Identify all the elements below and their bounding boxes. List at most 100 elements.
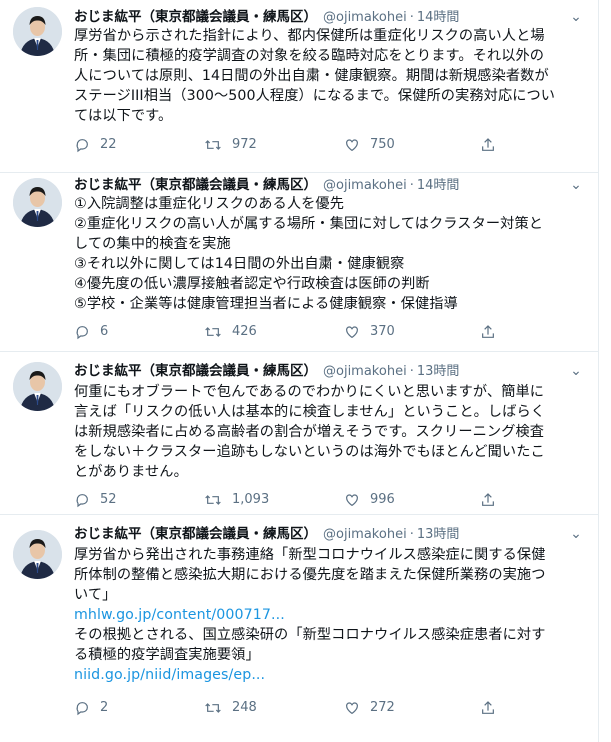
tweet-actions: 22 972 750 <box>74 133 514 157</box>
text-line: 人については原則、14日間の外出自粛・健康観察。期間は新規感染者数が <box>74 68 549 84</box>
text-line: その根拠とされる、国立感染研の「新型コロナウイルス感染症患者に対す <box>74 627 546 643</box>
text-line: とがありません。 <box>74 464 188 480</box>
separator-dot: · <box>409 364 414 379</box>
share-button[interactable] <box>480 488 506 512</box>
reply-button[interactable]: 52 <box>74 488 117 512</box>
avatar[interactable] <box>13 178 62 227</box>
like-count: 996 <box>370 492 395 507</box>
text-line: 所・集団に積極的疫学調査の対象を絞る臨時対応をとります。それ以外の <box>74 48 545 64</box>
retweet-count: 248 <box>232 700 257 715</box>
text-line: 厚労省から示された指針により、都内保健所は重症化リスクの高い人と場 <box>74 28 545 44</box>
reply-icon <box>76 139 88 153</box>
separator-dot: · <box>409 527 414 542</box>
timestamp[interactable]: 14時間 <box>417 178 460 193</box>
author-handle[interactable]: @ojimakohei <box>323 178 407 193</box>
separator-dot: · <box>409 178 414 193</box>
author-name[interactable]: おじま紘平（東京都議会議員・練馬区） <box>74 363 317 379</box>
tweet-text: ①入院調整は重症化リスクのある人を優先 ②重症化リスクの高い人が属する場所・集団… <box>74 194 574 314</box>
reply-count: 6 <box>100 324 109 339</box>
text-line: ④優先度の低い濃厚接触者認定や行政検査は医師の判断 <box>74 276 430 292</box>
share-icon <box>482 492 494 506</box>
link-niid[interactable]: niid.go.jp/niid/images/ep... <box>74 665 574 685</box>
text-line: しての集中的検査を実施 <box>74 236 231 252</box>
more-icon[interactable]: ⌄ <box>566 7 586 27</box>
reply-button[interactable]: 6 <box>74 320 108 344</box>
text-line: 何重にもオブラートで包んであるのでわかりにくいと思いますが、簡単に <box>74 384 545 400</box>
timestamp[interactable]: 13時間 <box>417 527 460 542</box>
tweet-header: おじま紘平（東京都議会議員・練馬区） @ojimakohei · 14時間 <box>74 175 558 195</box>
avatar[interactable] <box>13 7 62 56</box>
text-line: ⑤学校・企業等は健康管理担当者による健康観察・保健指導 <box>74 296 458 312</box>
link-mhlw[interactable]: mhlw.go.jp/content/000717... <box>74 605 574 625</box>
author-handle[interactable]: @ojimakohei <box>323 10 407 25</box>
like-icon <box>346 139 358 152</box>
timeline: おじま紘平（東京都議会議員・練馬区） @ojimakohei · 14時間 ⌄ 厚労省… <box>0 0 599 742</box>
retweet-button[interactable]: 426 <box>204 320 257 344</box>
text-line: は新規感染者に占める高齢者の割合が増えそうです。スクリーニング検査 <box>74 424 545 440</box>
author-name[interactable]: おじま紘平（東京都議会議員・練馬区） <box>74 177 317 193</box>
avatar[interactable] <box>13 530 62 579</box>
reply-icon <box>76 494 88 508</box>
share-button[interactable] <box>480 696 506 720</box>
text-line: ①入院調整は重症化リスクのある人を優先 <box>74 196 344 212</box>
tweet[interactable]: おじま紘平（東京都議会議員・練馬区） @ojimakohei · 14時間 ⌄ ①入院… <box>0 173 598 351</box>
text-line: ては以下です。 <box>74 108 173 124</box>
more-icon[interactable]: ⌄ <box>566 524 586 544</box>
avatar-photo <box>13 7 62 56</box>
tweet-actions: 2 248 272 <box>74 696 514 720</box>
separator-dot: · <box>409 10 414 25</box>
share-button[interactable] <box>480 320 506 344</box>
like-icon <box>346 494 358 507</box>
text-line: ②重症化リスクの高い人が属する場所・集団に対してはクラスター対策と <box>74 216 544 232</box>
author-handle[interactable]: @ojimakohei <box>323 364 407 379</box>
tweet-actions: 6 426 370 <box>74 320 514 344</box>
more-icon[interactable]: ⌄ <box>566 361 586 381</box>
like-button[interactable]: 370 <box>344 320 395 344</box>
like-button[interactable]: 750 <box>344 133 395 157</box>
reply-count: 2 <box>100 700 109 715</box>
reply-count: 22 <box>100 137 117 152</box>
tweet[interactable]: おじま紘平（東京都議会議員・練馬区） @ojimakohei · 13時間 ⌄ 厚労省… <box>0 515 598 742</box>
tweet-text: 何重にもオブラートで包んであるのでわかりにくいと思いますが、簡単に 言えば「リス… <box>74 382 574 482</box>
text-line: 厚労省から発出された事務連絡「新型コロナウイルス感染症に関する保健 <box>74 547 546 563</box>
text-line: をしない＋クラスター追跡もしないというのは海外でもほとんど聞いたこ <box>74 444 545 460</box>
retweet-count: 972 <box>232 137 257 152</box>
more-icon[interactable]: ⌄ <box>566 175 586 195</box>
tweet[interactable]: おじま紘平（東京都議会議員・練馬区） @ojimakohei · 13時間 ⌄ 何重に… <box>0 352 598 514</box>
like-count: 750 <box>370 137 395 152</box>
timestamp[interactable]: 14時間 <box>417 10 460 25</box>
retweet-icon <box>205 327 221 337</box>
tweet-text: 厚労省から示された指針により、都内保健所は重症化リスクの高い人と場 所・集団に積… <box>74 26 574 126</box>
retweet-count: 1,093 <box>232 492 270 507</box>
reply-count: 52 <box>100 492 117 507</box>
timestamp[interactable]: 13時間 <box>417 364 460 379</box>
retweet-icon <box>205 495 221 505</box>
reply-icon <box>76 702 88 716</box>
share-icon <box>482 137 494 151</box>
like-button[interactable]: 272 <box>344 696 395 720</box>
retweet-button[interactable]: 1,093 <box>204 488 269 512</box>
retweet-icon <box>205 140 221 150</box>
reply-icon <box>76 326 88 340</box>
like-icon <box>346 326 358 339</box>
like-button[interactable]: 996 <box>344 488 395 512</box>
author-name[interactable]: おじま紘平（東京都議会議員・練馬区） <box>74 9 317 25</box>
tweet-actions: 52 1,093 996 <box>74 488 514 512</box>
tweet-header: おじま紘平（東京都議会議員・練馬区） @ojimakohei · 13時間 <box>74 361 558 381</box>
author-name[interactable]: おじま紘平（東京都議会議員・練馬区） <box>74 526 317 542</box>
avatar-photo <box>13 362 62 411</box>
avatar-photo <box>13 530 62 579</box>
author-handle[interactable]: @ojimakohei <box>323 527 407 542</box>
tweet[interactable]: おじま紘平（東京都議会議員・練馬区） @ojimakohei · 14時間 ⌄ 厚労省… <box>0 0 598 172</box>
share-button[interactable] <box>480 133 506 157</box>
avatar-photo <box>13 178 62 227</box>
tweet-header: おじま紘平（東京都議会議員・練馬区） @ojimakohei · 14時間 <box>74 7 558 27</box>
text-line: ③それ以外に関しては14日間の外出自粛・健康観察 <box>74 256 405 272</box>
retweet-icon <box>205 703 221 713</box>
retweet-button[interactable]: 248 <box>204 696 257 720</box>
reply-button[interactable]: 22 <box>74 133 117 157</box>
reply-button[interactable]: 2 <box>74 696 108 720</box>
retweet-button[interactable]: 972 <box>204 133 257 157</box>
avatar[interactable] <box>13 362 62 411</box>
text-line: ステージIII相当（300〜500人程度）になるまで。保健所の実務対応につい <box>74 88 556 104</box>
